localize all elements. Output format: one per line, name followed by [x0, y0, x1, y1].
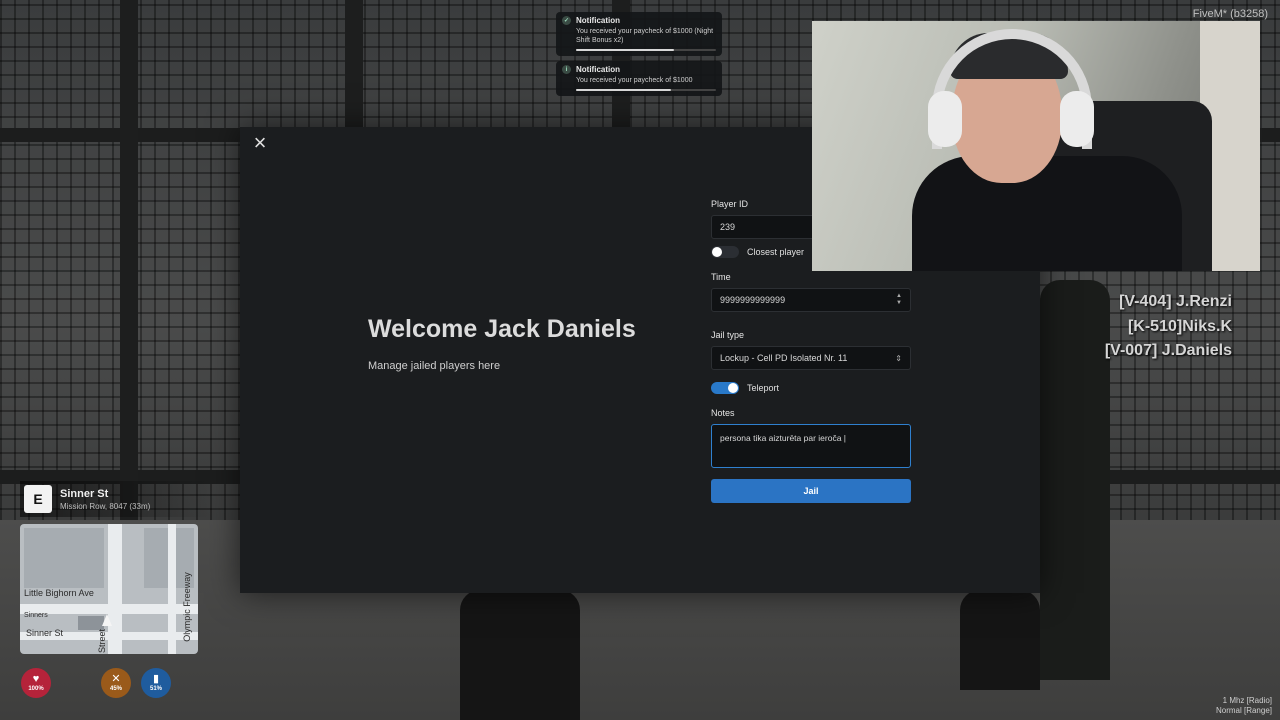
notification: i Notification You received your paycheck… — [556, 61, 722, 96]
time-label: Time — [711, 272, 731, 282]
time-input[interactable]: 9999999999999 ▲ ▼ — [711, 288, 911, 312]
map-label: Street — [97, 628, 108, 654]
number-stepper[interactable]: ▲ ▼ — [896, 293, 902, 307]
info-icon: i — [562, 65, 571, 74]
player-tags: [V-404] J.Renzi [K-510]Niks.K [V-007] J.… — [1105, 290, 1232, 364]
teleport-toggle[interactable] — [711, 382, 739, 394]
map-label: Olympic Freeway — [181, 572, 192, 642]
heart-icon: ♥ — [32, 673, 40, 685]
webcam-overlay — [812, 21, 1260, 271]
radio-info: 1 Mhz [Radio] Normal [Range] — [1216, 696, 1272, 716]
notification-message: You received your paycheck of $1000 (Nig… — [576, 28, 714, 44]
radio-frequency: 1 Mhz [Radio] — [1222, 696, 1272, 705]
notification-progress — [576, 49, 716, 51]
radio-range: Normal [Range] — [1215, 706, 1272, 715]
hunger-status: ✕ 45% — [101, 668, 131, 698]
thirst-status: ▮ 51% — [141, 668, 171, 698]
map-label: Little Bighorn Ave — [24, 588, 94, 598]
chevron-up-icon: ▲ — [896, 293, 902, 299]
jail-type-select[interactable]: Lockup - Cell PD Isolated Nr. 11 ⇕ — [711, 346, 911, 370]
notification-title: Notification — [576, 65, 620, 74]
closest-player-label: Closest player — [747, 247, 805, 257]
player-tag: [K-510]Niks.K — [1127, 317, 1232, 335]
player-position-icon — [102, 614, 112, 626]
chevron-down-icon: ▼ — [896, 300, 902, 306]
close-icon[interactable]: × — [250, 132, 270, 154]
map-label: Sinners — [24, 612, 48, 619]
map-label: Sinner St — [26, 628, 64, 638]
area-name: Mission Row, 8047 (33m) — [60, 501, 151, 511]
fork-knife-icon: ✕ — [111, 673, 121, 685]
jail-type-label: Jail type — [711, 330, 745, 340]
health-status: ♥ 100% — [21, 668, 51, 698]
notification-progress — [576, 89, 716, 91]
street-name: Sinner St — [60, 487, 109, 500]
notification-message: You received your paycheck of $1000 — [576, 77, 693, 84]
welcome-title: Welcome Jack Daniels — [368, 315, 636, 343]
jail-button[interactable]: Jail — [711, 479, 911, 503]
notes-label: Notes — [711, 408, 735, 418]
teleport-row: Teleport — [711, 382, 911, 394]
closest-player-toggle[interactable] — [711, 246, 739, 258]
character-legs — [960, 590, 1040, 690]
notification: ✓ Notification You received your paycheck… — [556, 12, 722, 56]
officer-character — [1040, 280, 1110, 680]
bottle-icon: ▮ — [152, 673, 160, 685]
compass-heading: E — [24, 485, 52, 513]
server-label: FiveM* (b3258) — [1192, 8, 1268, 20]
select-arrows-icon: ⇕ — [895, 353, 902, 363]
check-icon: ✓ — [562, 16, 571, 25]
minimap: Little Bighorn Ave Sinner St Street Olym… — [20, 524, 198, 654]
notes-textarea[interactable]: persona tika aizturēta par ieroča | — [711, 424, 911, 468]
notification-title: Notification — [576, 16, 620, 25]
teleport-label: Teleport — [747, 383, 780, 393]
player-tag: [V-007] J.Daniels — [1104, 342, 1232, 359]
welcome-subtitle: Manage jailed players here — [368, 360, 501, 372]
character — [460, 590, 580, 720]
fence-post — [120, 0, 138, 530]
player-tag: [V-404] J.Renzi — [1119, 293, 1232, 310]
location-display: E Sinner St Mission Row, 8047 (33m) — [20, 481, 211, 517]
